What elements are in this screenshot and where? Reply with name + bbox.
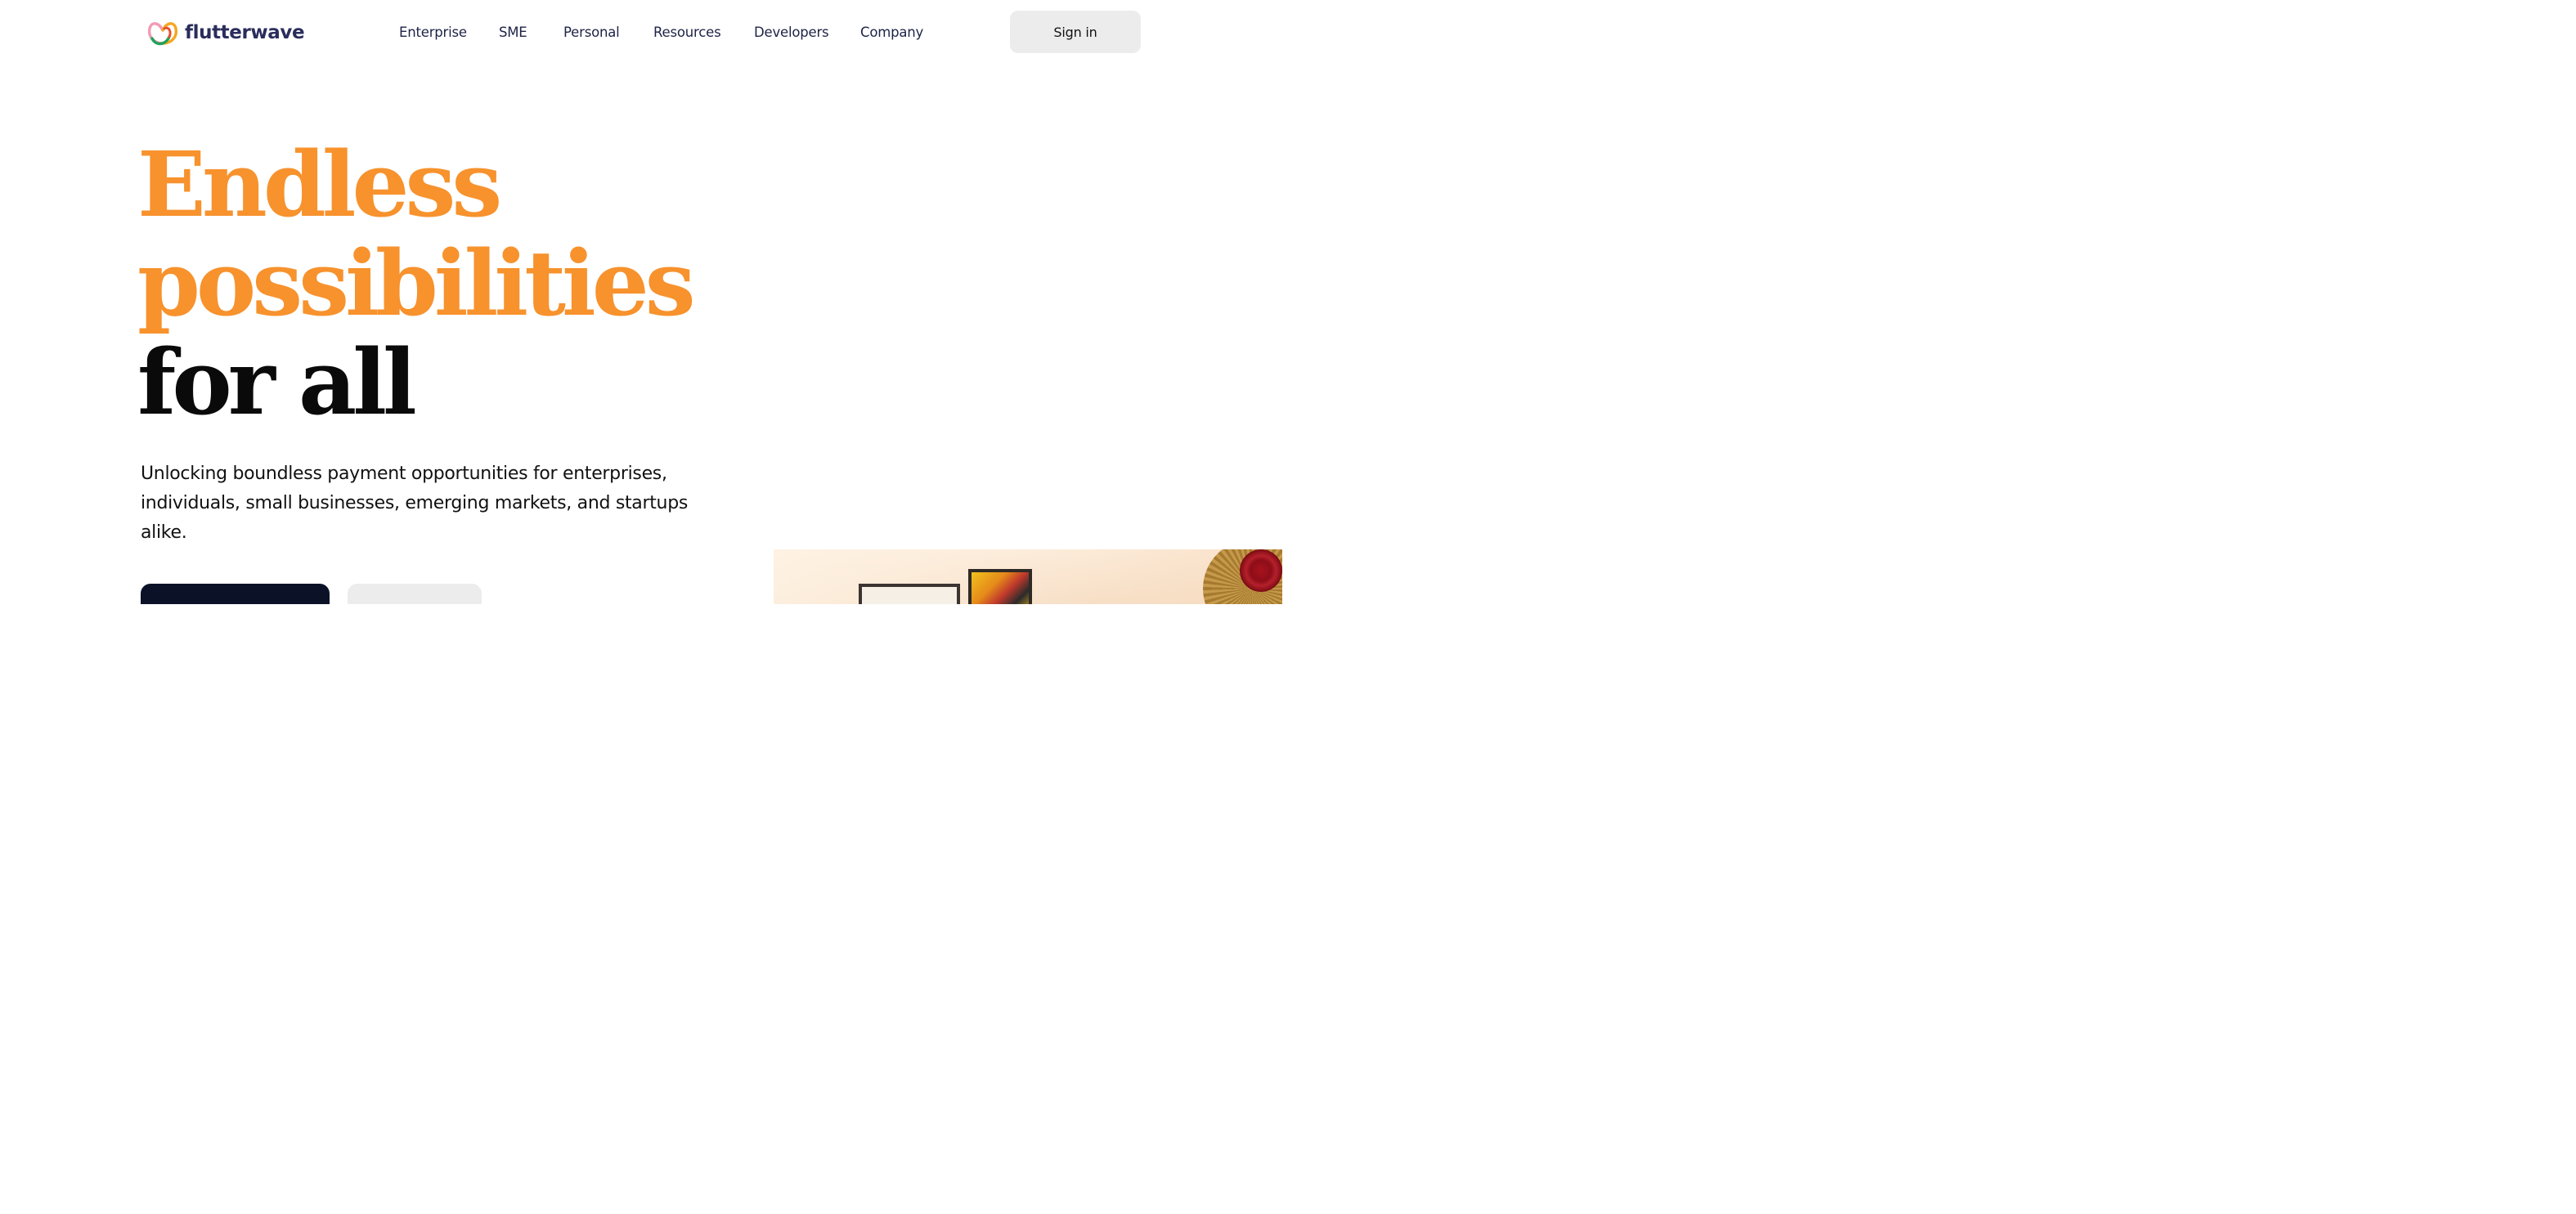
hero-image-frame-painting	[968, 569, 1032, 604]
hero-subtitle: Unlocking boundless payment opportunitie…	[141, 464, 689, 543]
hero-image-basket-center	[1240, 549, 1282, 592]
flutterwave-logo-icon	[147, 22, 178, 46]
hero-title: Endless possibilities for all	[137, 132, 696, 435]
nav-item-company[interactable]: Company	[860, 22, 923, 43]
nav-item-resources[interactable]: Resources	[653, 22, 721, 43]
hero-title-line-2: possibilities	[137, 231, 696, 336]
hero-title-line-3: for all	[137, 329, 417, 435]
sign-in-button[interactable]: Sign in	[1010, 11, 1141, 53]
nav-item-personal[interactable]: Personal	[563, 22, 620, 43]
hero-image-frame-left	[859, 584, 960, 604]
hero-title-line-1: Endless	[137, 132, 502, 237]
site-header: flutterwave Enterprise SME Personal Reso…	[0, 0, 1282, 65]
page: flutterwave Enterprise SME Personal Reso…	[0, 0, 1282, 604]
secondary-cta-button[interactable]	[348, 584, 482, 604]
primary-cta-button[interactable]	[141, 584, 330, 604]
nav-item-developers[interactable]: Developers	[754, 22, 829, 43]
hero-image	[774, 549, 1282, 604]
nav-item-enterprise[interactable]: Enterprise	[399, 22, 467, 43]
brand-name: flutterwave	[185, 21, 305, 43]
nav-item-sme[interactable]: SME	[499, 22, 527, 43]
flutterwave-logo[interactable]: flutterwave	[147, 16, 305, 49]
